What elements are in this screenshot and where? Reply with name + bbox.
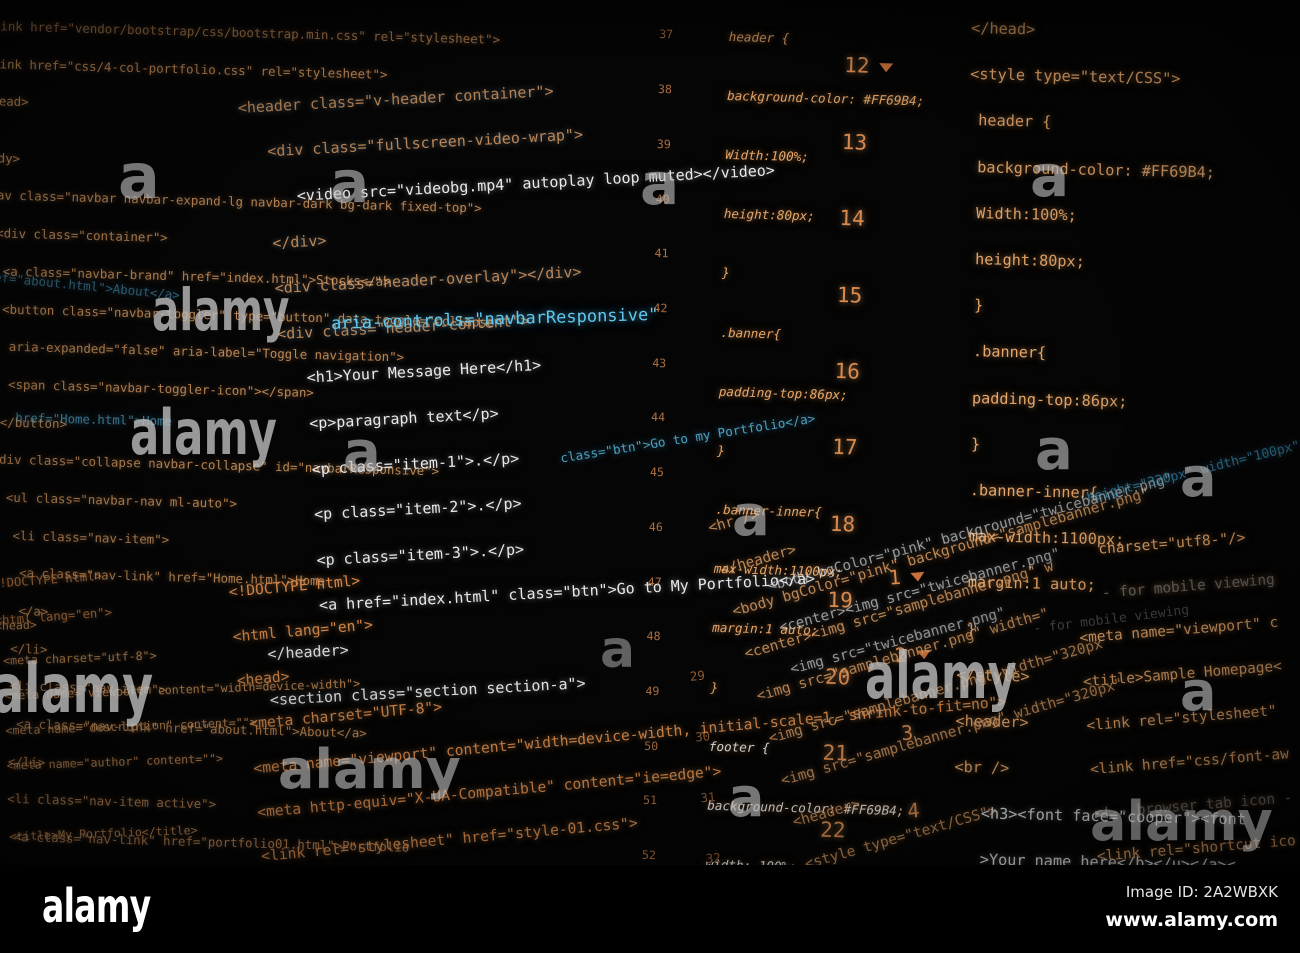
code-line: } — [721, 265, 730, 281]
line-number: 52 — [641, 847, 657, 863]
line-number: 37 — [659, 27, 674, 42]
line-number: 31 — [699, 789, 717, 806]
line-number: 42 — [653, 300, 668, 316]
line-number: 15 — [836, 282, 863, 308]
image-id-label: Image ID: 2A2WBXK — [1125, 883, 1278, 901]
line-number: 38 — [657, 82, 673, 97]
code-line: <title>Sample Homepage< — [1082, 658, 1283, 691]
code-line: Width:100%; — [966, 203, 1077, 225]
code-line: <link href="css/font-aw — [1089, 746, 1290, 778]
code-line: href="about.html">About</a> — [0, 267, 181, 303]
code-line: height:80px; — [965, 249, 1086, 271]
code-line: padding-top:86px; — [962, 388, 1128, 411]
code-layer-right-lower: charset="utf8-"/> - for mobile viewing <… — [1070, 504, 1300, 865]
code-line: <!DOCTYPE html> — [0, 568, 103, 591]
line-number: 43 — [652, 355, 667, 370]
code-line: background-color: #FF69B4; — [967, 157, 1216, 182]
code-line: .banner{ — [720, 324, 782, 342]
code-line: </div> — [244, 230, 327, 254]
alamy-footer-bar: alamy Image ID: 2A2WBXK www.alamy.com — [0, 865, 1300, 953]
website-label[interactable]: www.alamy.com — [1105, 909, 1278, 931]
line-number: 39 — [656, 136, 671, 152]
line-number: 46 — [648, 519, 663, 535]
code-layer-nav-cyan: href="Home.html">Home — [14, 390, 172, 469]
code-line: </head> — [971, 19, 1036, 39]
line-number: 32 — [705, 849, 722, 865]
code-wallpaper-stage: <link href="vendor/bootstrap/css/bootstr… — [0, 0, 1300, 865]
code-line: <div class="fullscreen-video-wrap"> — [239, 125, 584, 163]
line-number: 12 — [844, 46, 894, 86]
code-line: height:80px; — [723, 206, 815, 224]
code-line: <meta name="viewport" c — [1078, 615, 1279, 648]
code-layer-aria-controls: aria-controls="navbarResponsive" — [330, 277, 660, 389]
line-number: 47 — [647, 574, 662, 589]
code-line: <style type="text/CSS"> — [969, 65, 1181, 89]
line-number: 14 — [839, 205, 866, 231]
code-line: background-color: #FF69B4; — [726, 87, 925, 109]
code-line: padding-top:86px; — [718, 383, 848, 403]
code-line: <link rel="stylesheet" — [1085, 703, 1278, 735]
code-line: <video src="videobg.mp4" autoplay loop m… — [242, 160, 776, 208]
line-number: 41 — [654, 246, 669, 261]
code-line: header { — [968, 111, 1052, 132]
line-number: 30 — [694, 728, 711, 745]
line-number: 50 — [644, 738, 659, 753]
code-line: Width:100%; — [725, 146, 810, 165]
line-number: 13 — [841, 129, 868, 155]
code-line: charset="utf8-"/> — [1071, 529, 1246, 560]
line-number: 45 — [649, 465, 665, 480]
code-line: <link href="vendor/bootstrap/css/bootstr… — [0, 17, 501, 47]
line-number: 16 — [834, 358, 861, 384]
code-line: <link rel="shortcut ico — [1096, 833, 1297, 865]
line-number: 51 — [642, 793, 658, 808]
alamy-logo: alamy — [42, 879, 151, 933]
code-line: - for mobile viewing — [1075, 571, 1276, 604]
code-line: <!-- browser tab icon - — [1092, 789, 1293, 822]
code-line: } — [964, 296, 984, 315]
line-number: 49 — [645, 683, 660, 699]
code-line: <header class="v-header container"> — [237, 81, 554, 117]
fold-triangle-icon[interactable] — [879, 62, 894, 73]
line-number: 40 — [655, 191, 670, 206]
code-line: href="Home.html">Home — [15, 409, 173, 429]
line-number: 29 — [689, 667, 706, 685]
line-number: 48 — [646, 629, 661, 644]
code-line: aria-controls="navbarResponsive" — [330, 304, 659, 334]
line-number: 44 — [650, 410, 666, 425]
code-line: .banner{ — [963, 342, 1047, 363]
code-line: header { — [728, 28, 790, 46]
